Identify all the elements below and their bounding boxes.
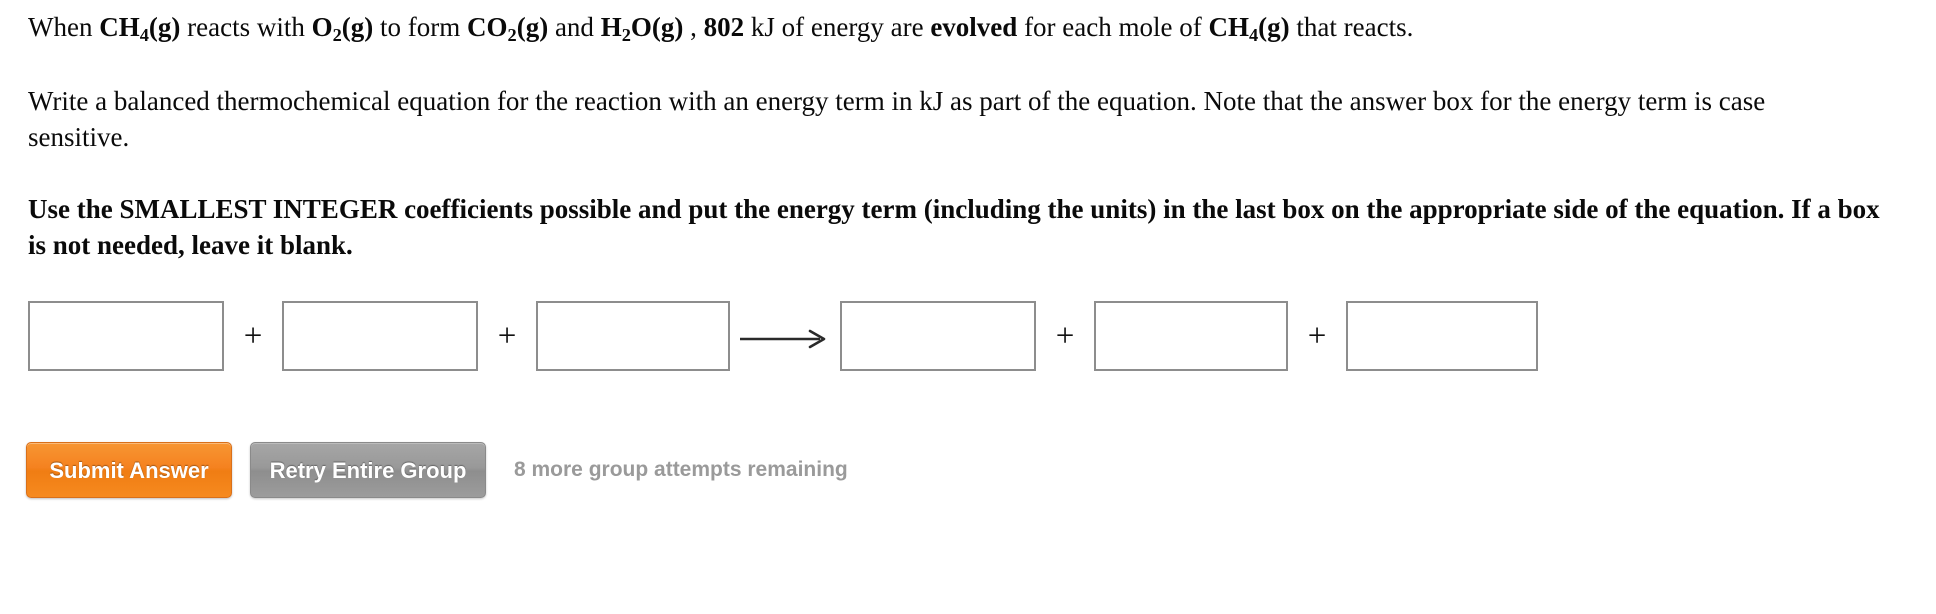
retry-entire-group-button[interactable]: Retry Entire Group	[250, 442, 486, 498]
action-button-row: Submit Answer Retry Entire Group 8 more …	[26, 442, 848, 498]
formula-base: CH	[99, 12, 140, 42]
question-page: When CH4(g) reacts with O2(g) to form CO…	[0, 0, 1936, 614]
reactant-box-1[interactable]	[28, 301, 224, 371]
formula-base: CO	[467, 12, 508, 42]
formula-subscript: 2	[621, 25, 631, 46]
question-intro-paragraph: When CH4(g) reacts with O2(g) to form CO…	[28, 10, 1908, 46]
instructions-paragraph: Write a balanced thermochemical equation…	[28, 86, 1766, 152]
intro-lead-text: When	[28, 12, 100, 42]
formula-water: H2O(g)	[600, 12, 684, 46]
formula-subscript: 2	[507, 25, 517, 46]
intro-text-6: for each mole of	[1017, 12, 1209, 42]
formula-state: (g)	[1258, 12, 1290, 42]
formula-state: (g)	[148, 12, 181, 42]
formula-subscript: 2	[332, 25, 342, 46]
intro-text-2: to form	[373, 12, 468, 42]
plus-sign-2: +	[497, 317, 517, 354]
intro-text-7: that reacts.	[1289, 12, 1414, 42]
formula-oxygen: O2(g)	[311, 12, 374, 46]
formula-base: H	[600, 12, 622, 42]
attempts-remaining-status: 8 more group attempts remaining	[514, 458, 848, 481]
intro-text-4: ,	[683, 12, 704, 42]
product-box-3[interactable]	[1346, 301, 1538, 371]
product-box-2[interactable]	[1094, 301, 1288, 371]
plus-sign-4: +	[1307, 317, 1327, 354]
formula-base: O	[311, 12, 333, 42]
formula-state: (g)	[516, 12, 549, 42]
submit-answer-button[interactable]: Submit Answer	[26, 442, 232, 498]
energy-direction: evolved	[930, 12, 1018, 42]
formula-base: CH	[1208, 12, 1249, 42]
formula-state: (g)	[341, 12, 374, 42]
formula-subscript: 4	[1248, 25, 1259, 46]
intro-text-3: and	[548, 12, 601, 42]
formula-methane-reactant: CH4(g)	[99, 12, 181, 46]
plus-sign-3: +	[1055, 317, 1075, 354]
product-box-1[interactable]	[840, 301, 1036, 371]
reactant-box-3[interactable]	[536, 301, 730, 371]
energy-value: 802	[703, 12, 745, 42]
reactant-box-2[interactable]	[282, 301, 478, 371]
emphasis-paragraph: Use the SMALLEST INTEGER coefficients po…	[28, 194, 1880, 260]
formula-state: O(g)	[630, 12, 684, 42]
intro-text-1: reacts with	[180, 12, 312, 42]
formula-methane-mole: CH4(g)	[1208, 12, 1290, 46]
equation-answer-row: + + + +	[28, 296, 1538, 376]
plus-sign-1: +	[243, 317, 263, 354]
formula-subscript: 4	[139, 25, 149, 46]
reaction-arrow-icon	[730, 317, 840, 355]
formula-carbon-dioxide: CO2(g)	[467, 12, 549, 46]
intro-text-5: kJ of energy are	[744, 12, 931, 42]
